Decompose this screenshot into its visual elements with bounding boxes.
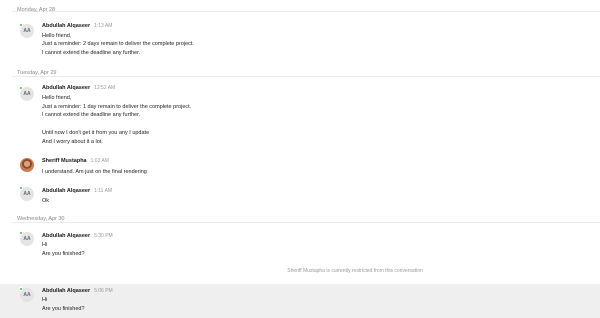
sender-name[interactable]: Sheriff Mustapha	[42, 158, 87, 164]
avatar-initials: AA	[23, 236, 31, 242]
online-status-icon	[19, 186, 23, 190]
avatar-initials: AA	[23, 91, 31, 97]
avatar[interactable]: AA	[19, 23, 34, 38]
message-text: I cannot extend the deadline any further…	[42, 112, 141, 118]
message-header: Abdullah Alqaseer 5:30 PM	[42, 233, 113, 240]
message-text: Hi	[42, 297, 48, 303]
message-time: 1:13 AM	[94, 23, 113, 29]
message-text: Just a reminder: 2 days remain to delive…	[42, 41, 194, 47]
day-divider	[12, 11, 600, 12]
online-status-icon	[19, 287, 23, 291]
sender-name[interactable]: Abdullah Alqaseer	[42, 288, 90, 294]
message-item-highlighted[interactable]: AA Abdullah Alqaseer 5:06 PM Hi Are you f…	[0, 284, 600, 318]
message-header: Abdullah Alqaseer 1:11 AM	[42, 188, 112, 195]
sender-name[interactable]: Abdullah Alqaseer	[42, 233, 90, 239]
avatar[interactable]: AA	[19, 287, 34, 302]
online-status-icon	[19, 23, 23, 27]
message-text: Hello friend,	[42, 95, 72, 101]
avatar[interactable]: AA	[19, 186, 34, 201]
avatar[interactable]	[20, 158, 34, 172]
day-divider	[12, 76, 600, 77]
message-item[interactable]: Sheriff Mustapha 1:03 AM I understand. Am…	[0, 156, 600, 182]
message-text: Are you finished?	[42, 251, 85, 257]
message-text: Hello friend,	[42, 33, 72, 39]
message-text: Just a reminder: 1 day remain to deliver…	[42, 104, 192, 110]
message-text: I cannot extend the deadline any further…	[42, 50, 141, 56]
message-item[interactable]: AA Abdullah Alqaseer 12:52 AM Hello frien…	[0, 83, 600, 151]
message-time: 1:11 AM	[94, 188, 113, 194]
message-header: Sheriff Mustapha 1:03 AM	[42, 158, 109, 165]
restriction-notice: Sheriff Mustapha is currently restricted…	[287, 268, 423, 274]
message-text: Are you finished?	[42, 306, 85, 312]
day-divider	[12, 222, 600, 223]
message-time: 5:06 PM	[94, 288, 113, 294]
avatar-initials: AA	[23, 191, 31, 197]
day-label: Monday, Apr 28	[17, 7, 56, 13]
message-header: Abdullah Alqaseer 12:52 AM	[42, 85, 115, 92]
sender-name[interactable]: Abdullah Alqaseer	[42, 23, 90, 29]
message-text: Hi	[42, 242, 48, 248]
avatar-initials: AA	[23, 28, 31, 34]
sender-name[interactable]: Abdullah Alqaseer	[42, 85, 90, 91]
message-text: And I worry about it a lot.	[42, 139, 103, 145]
message-text: Ok	[42, 198, 50, 204]
message-time: 12:52 AM	[94, 85, 116, 91]
message-header: Abdullah Alqaseer 1:13 AM	[42, 23, 112, 30]
online-status-icon	[19, 86, 23, 90]
avatar[interactable]: AA	[19, 231, 34, 246]
day-label: Wednesday, Apr 30	[17, 216, 65, 222]
message-time: 5:30 PM	[94, 233, 113, 239]
message-header: Abdullah Alqaseer 5:06 PM	[42, 288, 113, 295]
message-time: 1:03 AM	[90, 158, 109, 164]
avatar[interactable]: AA	[19, 86, 34, 101]
sender-name[interactable]: Abdullah Alqaseer	[42, 188, 90, 194]
online-status-icon	[19, 231, 23, 235]
message-item[interactable]: AA Abdullah Alqaseer 5:30 PM Hi Are you f…	[0, 229, 600, 261]
avatar-initials: AA	[23, 292, 31, 298]
day-label: Tuesday, Apr 29	[17, 70, 57, 76]
message-item[interactable]: AA Abdullah Alqaseer 1:13 AM Hello friend…	[0, 20, 600, 62]
message-item[interactable]: AA Abdullah Alqaseer 1:11 AM Ok	[0, 185, 600, 211]
message-text: I understand. Am just on the final rende…	[42, 169, 147, 175]
message-text: Until now I don't get it from you any I …	[42, 130, 150, 136]
